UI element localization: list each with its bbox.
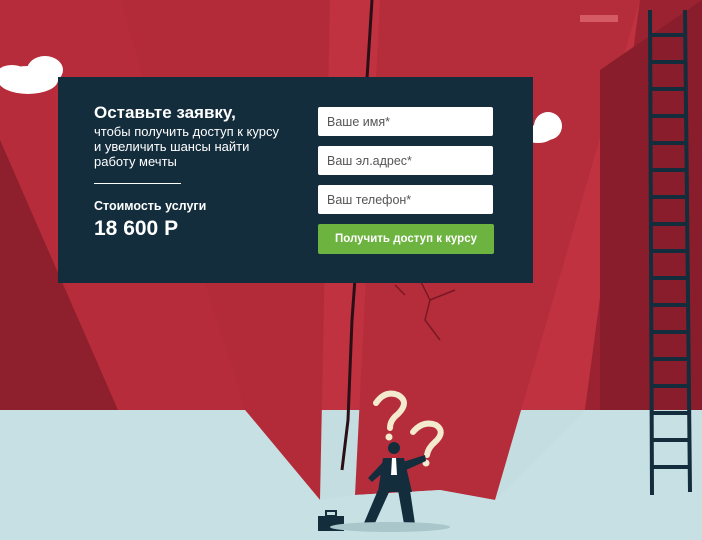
divider — [94, 183, 181, 184]
price-label: Стоимость услуги — [94, 199, 207, 213]
businessman-tie — [391, 458, 397, 475]
form-subtext: чтобы получить доступ к курсу и увеличит… — [94, 124, 279, 169]
name-input[interactable] — [318, 107, 493, 136]
phone-input[interactable] — [318, 185, 493, 214]
question-mark-dot — [385, 433, 393, 441]
form-heading: Оставьте заявку, — [94, 103, 236, 122]
email-input[interactable] — [318, 146, 493, 175]
wall-sign — [580, 15, 618, 22]
price-value: 18 600 Р — [94, 217, 179, 240]
application-form: Оставьте заявку, чтобы получить доступ к… — [58, 77, 533, 283]
floor-shadow — [330, 522, 450, 532]
get-access-button[interactable]: Получить доступ к курсу — [318, 224, 494, 254]
